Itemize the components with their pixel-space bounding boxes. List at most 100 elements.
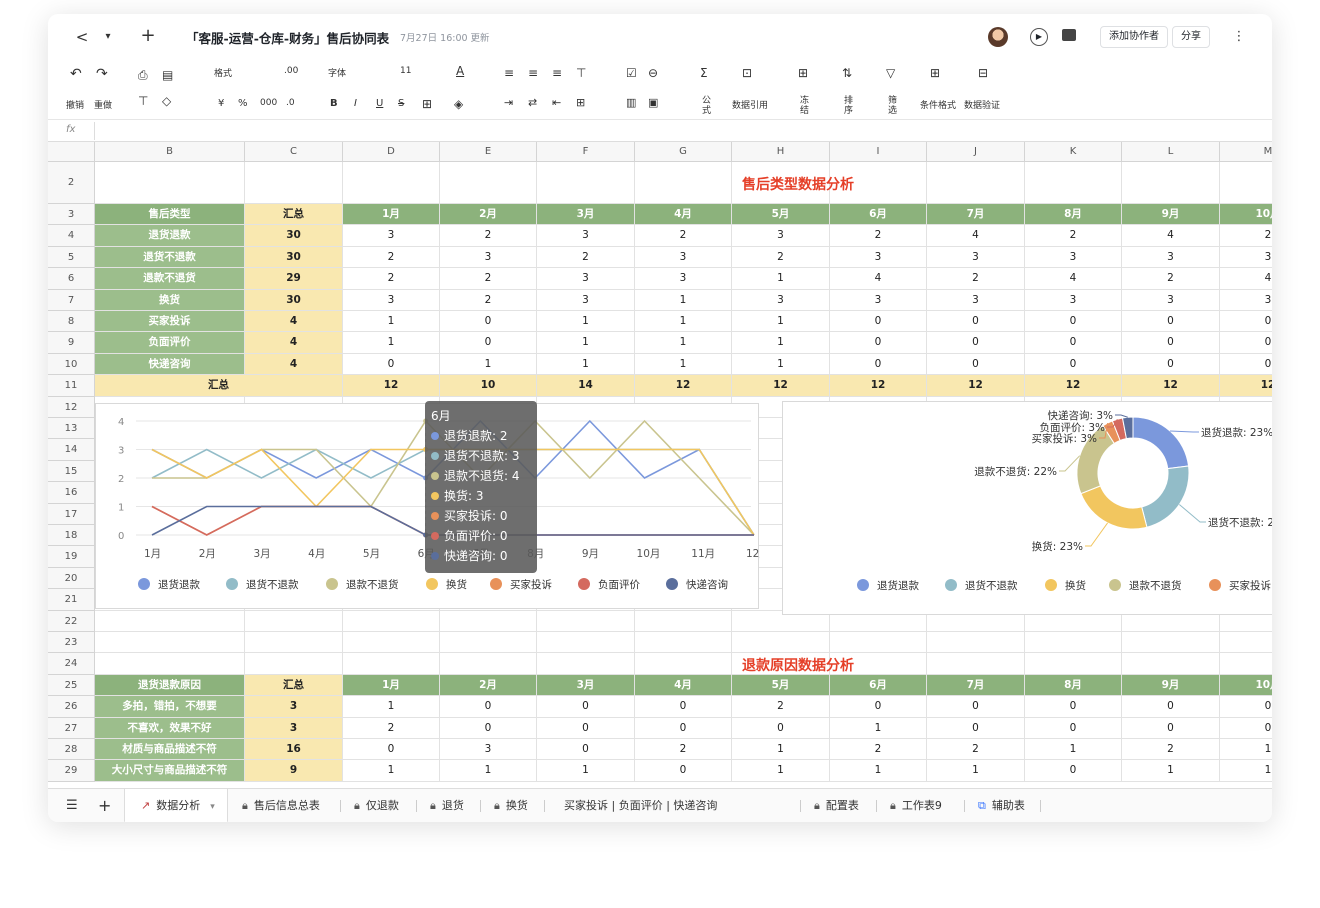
value-cell[interactable]: 0 (1220, 354, 1272, 376)
line-chart[interactable]: 012341月2月3月4月5月6月7月8月9月10月11月12月退货退款退货不退… (95, 400, 770, 609)
row-label-cell[interactable]: 买家投诉 (95, 311, 245, 333)
legend-label[interactable]: 退货退款 (158, 578, 200, 591)
border-icon[interactable]: ⊞ (422, 97, 432, 111)
grid-cell[interactable] (440, 610, 537, 632)
value-cell[interactable]: 0 (440, 311, 537, 333)
column-header[interactable]: C (245, 142, 343, 162)
total-cell[interactable]: 12 (343, 375, 440, 397)
total-cell[interactable]: 12 (1220, 375, 1272, 397)
row-header[interactable]: 2 (48, 162, 95, 204)
sheet-tab[interactable]: 买家投诉 | 负面评价 | 快递咨询 (544, 789, 800, 822)
month-header-cell[interactable]: 4月 (635, 204, 732, 226)
sort-button[interactable]: 排序 (844, 96, 856, 116)
grid-cell[interactable] (537, 632, 635, 654)
value-cell[interactable]: 1 (537, 332, 635, 354)
month-header-cell[interactable]: 7月 (927, 204, 1025, 226)
value-cell[interactable]: 1 (537, 311, 635, 333)
month-header-cell[interactable]: 2月 (440, 204, 537, 226)
sum-cell[interactable]: 3 (245, 696, 343, 718)
back-button[interactable]: < (72, 26, 92, 48)
grid-cell[interactable] (95, 632, 245, 654)
column-header[interactable]: D (343, 142, 440, 162)
value-cell[interactable]: 0 (1025, 760, 1122, 782)
value-cell[interactable]: 2 (927, 739, 1025, 761)
legend-marker[interactable] (945, 578, 957, 591)
row-header[interactable]: 4 (48, 225, 95, 247)
sum-icon[interactable]: Σ (700, 66, 708, 80)
month-header-cell[interactable]: 10月 (1220, 204, 1272, 226)
value-cell[interactable]: 3 (635, 246, 732, 269)
value-cell[interactable]: 1 (732, 311, 830, 333)
legend-label[interactable]: 买家投诉 (1229, 579, 1271, 592)
value-cell[interactable]: 3 (927, 289, 1025, 311)
legend-marker[interactable] (1109, 578, 1121, 591)
align-right-icon[interactable]: ≡ (552, 66, 562, 80)
font-dropdown[interactable]: 字体 (328, 66, 346, 79)
value-cell[interactable]: 0 (440, 717, 537, 739)
grid-cell[interactable] (343, 632, 440, 654)
row-label-cell[interactable]: 大小尺寸与商品描述不符 (95, 760, 245, 782)
sheet-list-icon[interactable]: ☰ (66, 789, 78, 822)
value-cell[interactable]: 1 (1122, 760, 1220, 782)
formula-button[interactable]: 公式 (702, 96, 714, 116)
value-cell[interactable]: 3 (732, 225, 830, 247)
value-cell[interactable]: 0 (1122, 311, 1220, 333)
value-cell[interactable]: 2 (635, 225, 732, 247)
document-title[interactable]: 「客服-运营-仓库-财务」售后协同表 (186, 28, 389, 47)
legend-label[interactable]: 买家投诉 (510, 578, 552, 591)
freeze-icon[interactable]: ⊞ (798, 66, 808, 80)
legend-label[interactable]: 快递咨询 (686, 578, 728, 591)
value-cell[interactable]: 4 (830, 268, 927, 290)
legend-label[interactable]: 换货 (1065, 579, 1086, 592)
add-collaborator-button[interactable]: 添加协作者 (1100, 26, 1168, 48)
grid-cell[interactable] (343, 610, 440, 632)
table-header-cell[interactable]: 汇总 (245, 204, 343, 226)
value-cell[interactable]: 3 (732, 289, 830, 311)
value-cell[interactable]: 0 (1220, 332, 1272, 354)
column-header[interactable]: H (732, 142, 830, 162)
value-cell[interactable]: 0 (1122, 353, 1220, 376)
row-header[interactable]: 12 (48, 396, 95, 418)
percent-button[interactable]: % (238, 98, 248, 109)
value-cell[interactable]: 1 (635, 353, 732, 376)
row-header[interactable]: 27 (48, 717, 95, 739)
image-icon[interactable]: ▣ (648, 96, 658, 109)
month-header-cell[interactable]: 1月 (343, 204, 440, 226)
total-label-cell[interactable]: 汇总 (95, 375, 343, 397)
undo-button[interactable]: 撤销 (66, 98, 84, 111)
chevron-down-icon[interactable]: ▾ (210, 802, 215, 812)
value-cell[interactable]: 0 (830, 332, 927, 354)
format-painter-icon[interactable]: ⊤ (138, 94, 148, 108)
share-button[interactable]: 分享 (1172, 26, 1210, 48)
grid-cell[interactable] (537, 610, 635, 632)
grid-cell[interactable] (245, 610, 343, 632)
legend-label[interactable]: 退货不退款 (965, 579, 1018, 592)
sum-cell[interactable]: 4 (245, 311, 343, 333)
value-cell[interactable]: 0 (635, 760, 732, 782)
value-cell[interactable]: 1 (732, 760, 830, 782)
value-cell[interactable]: 2 (1122, 739, 1220, 761)
checkbox-icon[interactable]: ☑ (626, 66, 637, 80)
row-header[interactable]: 16 (48, 482, 95, 504)
month-header-cell[interactable]: 4月 (635, 674, 732, 697)
value-cell[interactable]: 1 (537, 760, 635, 782)
wrap-icon[interactable]: ⇄ (528, 96, 537, 109)
validation-icon[interactable]: ⊟ (978, 66, 988, 80)
sheet-tab[interactable]: 🔒︎ 售后信息总表 (228, 789, 340, 822)
print-icon[interactable]: ⎙ (138, 68, 148, 83)
month-header-cell[interactable]: 5月 (732, 204, 830, 226)
row-label-cell[interactable]: 多拍，错拍，不想要 (95, 696, 245, 718)
row-header[interactable]: 18 (48, 525, 95, 547)
value-cell[interactable]: 3 (1025, 289, 1122, 311)
grid-cell[interactable] (830, 632, 927, 654)
align-left-icon[interactable]: ≡ (504, 66, 514, 80)
row-header[interactable]: 19 (48, 546, 95, 568)
value-cell[interactable]: 1 (440, 760, 537, 782)
donut-chart[interactable]: 退货退款: 23% 退货不退款: 23% 换货: 23% 退款不退货: 22% 买家投诉… (782, 400, 1272, 615)
sheet-tab[interactable]: 🔒︎ 退货 (416, 789, 480, 822)
underline-button[interactable]: U (376, 98, 383, 109)
redo-icon[interactable]: ↷ (96, 66, 108, 82)
row-header[interactable]: 15 (48, 460, 95, 483)
row-label-cell[interactable]: 退款不退货 (95, 268, 245, 290)
value-cell[interactable]: 1 (732, 353, 830, 376)
